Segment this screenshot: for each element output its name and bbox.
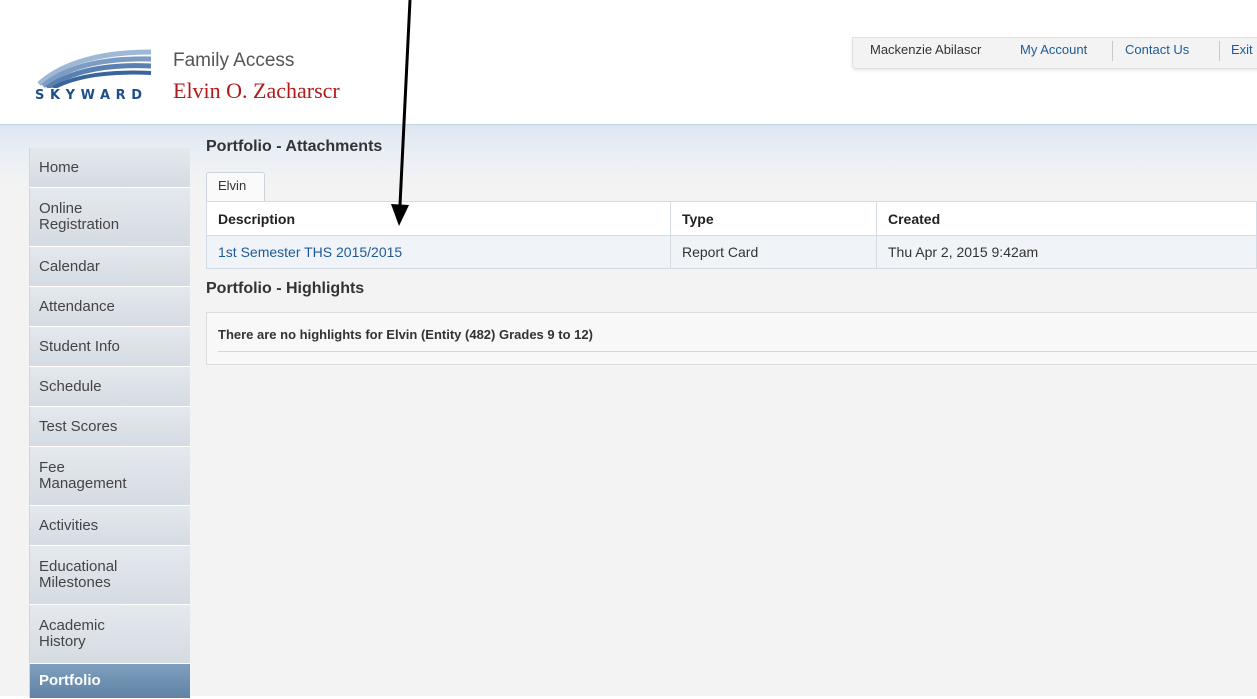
nav-divider bbox=[1219, 41, 1220, 61]
sidebar-nav: Home Online Registration Calendar Attend… bbox=[29, 148, 190, 699]
sidebar-item-attendance[interactable]: Attendance bbox=[29, 287, 190, 327]
divider bbox=[218, 351, 1257, 352]
sidebar-item-portfolio[interactable]: Portfolio bbox=[29, 664, 190, 699]
column-header-description[interactable]: Description bbox=[206, 201, 671, 236]
skyward-swoosh-icon bbox=[37, 49, 152, 91]
sidebar-item-fee-management[interactable]: Fee Management bbox=[29, 447, 190, 506]
highlights-panel: There are no highlights for Elvin (Entit… bbox=[206, 312, 1257, 365]
sidebar-item-home[interactable]: Home bbox=[29, 148, 190, 188]
user-name: Mackenzie Abilascr bbox=[870, 42, 982, 57]
column-header-created[interactable]: Created bbox=[876, 201, 1257, 236]
sidebar-item-activities[interactable]: Activities bbox=[29, 506, 190, 546]
contact-us-link[interactable]: Contact Us bbox=[1125, 42, 1189, 57]
attachment-link[interactable]: 1st Semester THS 2015/2015 bbox=[218, 244, 402, 260]
sidebar-item-schedule[interactable]: Schedule bbox=[29, 367, 190, 407]
highlights-title: Portfolio - Highlights bbox=[206, 280, 365, 297]
tab-elvin[interactable]: Elvin bbox=[206, 172, 265, 201]
attachments-table: Description Type Created 1st Semester TH… bbox=[206, 201, 1257, 269]
student-name: Elvin O. Zacharscr bbox=[173, 78, 340, 103]
skyward-wordmark: SKYWARD bbox=[35, 88, 148, 103]
sidebar-item-academic-history[interactable]: Academic History bbox=[29, 605, 190, 664]
table-row: 1st Semester THS 2015/2015 Report Card T… bbox=[206, 235, 1257, 269]
sidebar-item-student-info[interactable]: Student Info bbox=[29, 327, 190, 367]
sidebar-item-test-scores[interactable]: Test Scores bbox=[29, 407, 190, 447]
app-name: Family Access bbox=[173, 50, 295, 71]
column-header-type[interactable]: Type bbox=[670, 201, 877, 236]
attachments-title: Portfolio - Attachments bbox=[206, 138, 383, 155]
no-highlights-message: There are no highlights for Elvin (Entit… bbox=[218, 327, 593, 342]
attachment-description-cell: 1st Semester THS 2015/2015 bbox=[206, 235, 671, 269]
attachment-type-cell: Report Card bbox=[670, 235, 877, 269]
my-account-link[interactable]: My Account bbox=[1020, 42, 1087, 57]
top-navigation: Mackenzie Abilascr My Account Contact Us… bbox=[852, 37, 1257, 69]
sidebar-item-educational-milestones[interactable]: Educational Milestones bbox=[29, 546, 190, 605]
table-header-row: Description Type Created bbox=[206, 201, 1257, 236]
sidebar-item-calendar[interactable]: Calendar bbox=[29, 247, 190, 287]
exit-link[interactable]: Exit bbox=[1231, 42, 1253, 57]
attachment-created-cell: Thu Apr 2, 2015 9:42am bbox=[876, 235, 1257, 269]
sidebar-item-online-registration[interactable]: Online Registration bbox=[29, 188, 190, 247]
nav-divider bbox=[1112, 41, 1113, 61]
